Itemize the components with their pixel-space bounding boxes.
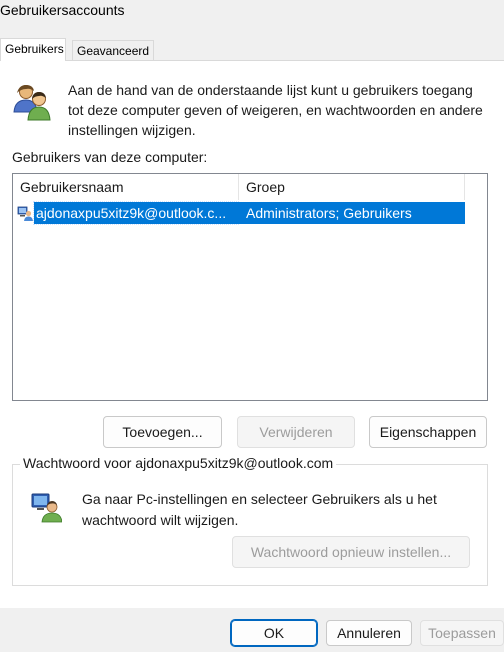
title-bar[interactable]: Gebruikersaccounts [0, 0, 504, 26]
users-listview[interactable]: Gebruikersnaam Groep ajdonaxpu5xitz9k@ou… [12, 173, 488, 401]
apply-button[interactable]: Toepassen [420, 620, 504, 646]
user-group-cell: Administrators; Gebruikers [238, 202, 465, 224]
column-header-group[interactable]: Groep [239, 174, 465, 200]
user-settings-icon [31, 493, 62, 523]
properties-button[interactable]: Eigenschappen [369, 416, 487, 448]
user-icon [17, 206, 33, 221]
tab-strip: Gebruikers Geavanceerd [0, 38, 504, 61]
password-instructions: Ga naar Pc-instellingen en selecteer Geb… [82, 491, 437, 528]
ok-button[interactable]: OK [230, 619, 318, 647]
tab-geavanceerd[interactable]: Geavanceerd [72, 40, 154, 60]
column-header-username[interactable]: Gebruikersnaam [13, 174, 239, 200]
user-accounts-dialog: Gebruikersaccounts Gebruikers Geavanceer… [0, 0, 504, 652]
reset-password-button[interactable]: Wachtwoord opnieuw instellen... [232, 536, 470, 568]
listview-header: Gebruikersnaam Groep [13, 174, 487, 200]
tab-gebruikers[interactable]: Gebruikers [0, 38, 66, 61]
table-row[interactable]: ajdonaxpu5xitz9k@outlook.c... Administra… [13, 201, 465, 225]
window-title: Gebruikersaccounts [0, 2, 125, 18]
users-list-label: Gebruikers van deze computer: [12, 149, 208, 165]
cancel-button[interactable]: Annuleren [326, 620, 412, 646]
remove-user-button[interactable]: Verwijderen [237, 416, 355, 448]
add-user-button[interactable]: Toevoegen... [103, 416, 222, 448]
user-name-cell: ajdonaxpu5xitz9k@outlook.c... [33, 201, 239, 225]
intro-text: Aan de hand van de onderstaande lijst ku… [68, 82, 483, 138]
users-icon [13, 85, 51, 121]
password-groupbox-label: Wachtwoord voor ajdonaxpu5xitz9k@outlook… [20, 455, 337, 471]
